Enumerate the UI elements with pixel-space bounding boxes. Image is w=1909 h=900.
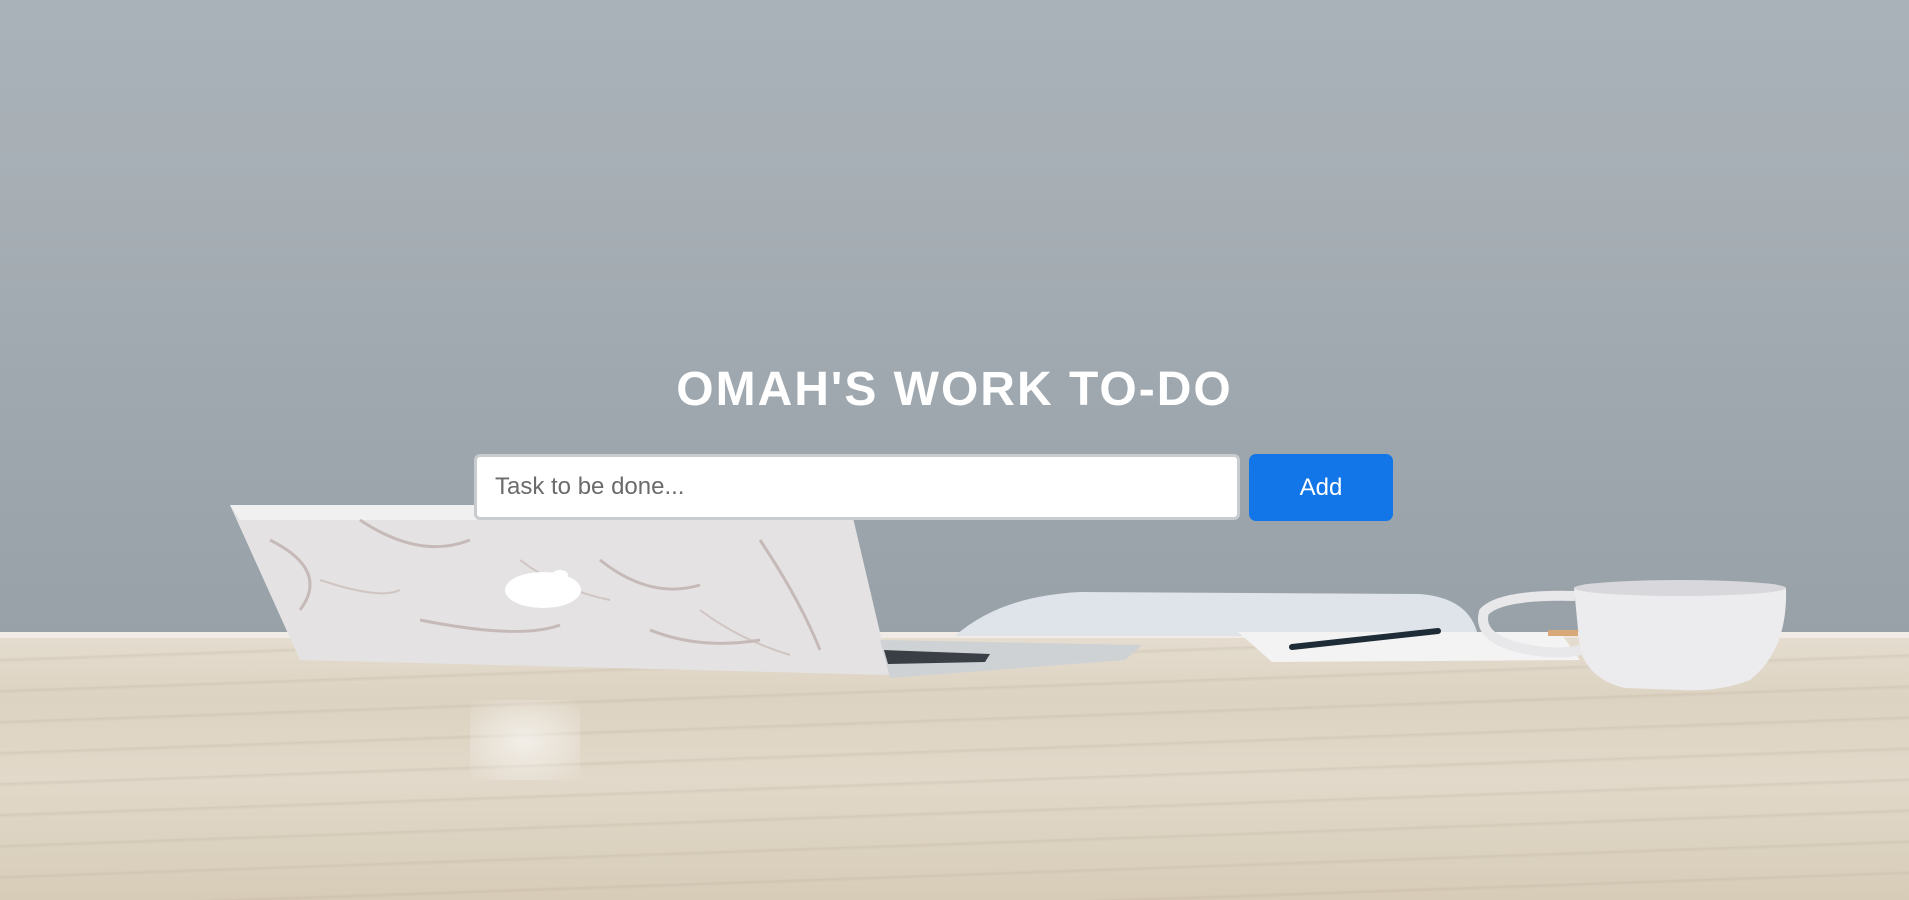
add-button[interactable]: Add	[1249, 454, 1393, 521]
todo-app: OMAH'S WORK TO-DO Add	[0, 0, 1909, 900]
page-title: OMAH'S WORK TO-DO	[676, 363, 1233, 416]
task-input[interactable]	[474, 454, 1240, 520]
